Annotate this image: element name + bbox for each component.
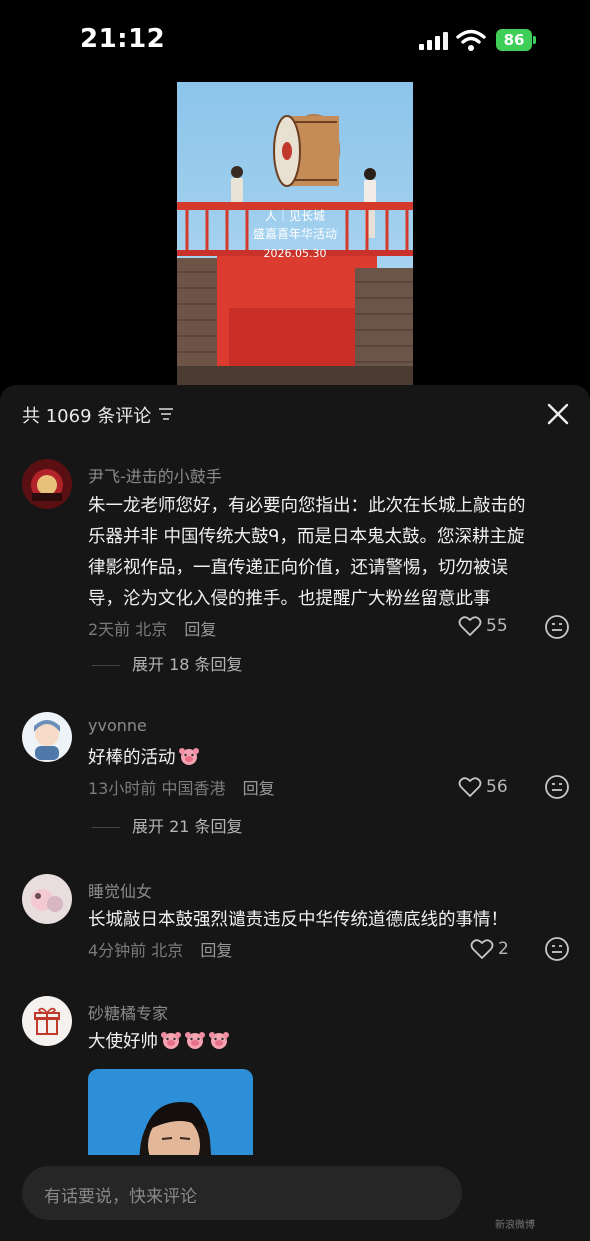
expand-replies-button[interactable]: 展开 21 条回复 — [92, 813, 243, 837]
comment-location: 北京 — [135, 620, 168, 639]
status-bar: 21:12 86 — [0, 0, 590, 80]
gift-icon — [22, 996, 72, 1046]
comment-time: 13小时前 — [88, 779, 157, 798]
comment-username[interactable]: 砂糖橘专家 — [88, 1000, 168, 1024]
comment-item: yvonne 好棒的活动 13小时前 中国香港 回复 56 展开 21 条回复 — [0, 712, 590, 842]
comment-time: 2天前 — [88, 620, 131, 639]
watermark: 新浪微博 — [495, 1220, 535, 1231]
emoji-react-icon[interactable] — [544, 774, 570, 800]
expand-replies-label: 展开 18 条回复 — [132, 655, 243, 674]
comment-text: 长城敲日本鼓强烈谴责违反中华传统道德底线的事情！ — [88, 910, 508, 930]
pig-emoji-icon — [185, 1032, 205, 1049]
status-time: 21:12 — [80, 24, 166, 54]
pig-emoji-icon — [161, 1032, 181, 1049]
comment-location: 北京 — [151, 941, 184, 960]
comment-time: 4分钟前 — [88, 941, 147, 960]
expand-divider-line — [92, 827, 120, 828]
like-count: 55 — [486, 616, 508, 636]
video-thumbnail[interactable]: 人｜见长城 盛嘉喜年华活动 2026.05.30 — [177, 82, 413, 386]
heart-icon — [470, 939, 494, 959]
reply-button[interactable]: 回复 — [243, 779, 275, 798]
expand-replies-label: 展开 21 条回复 — [132, 817, 243, 836]
comment-text-line: 律影视作品，一直传递正向价值，还请警惕，切勿被误 — [88, 558, 508, 578]
video-caption-line-1: 人｜见长城 — [265, 209, 325, 223]
close-icon[interactable] — [546, 402, 570, 426]
comment-photo[interactable] — [88, 1069, 253, 1169]
emoji-react-icon[interactable] — [544, 936, 570, 962]
video-scene-image: 人｜见长城 盛嘉喜年华活动 2026.05.30 — [177, 82, 413, 386]
comment-sheet: 共 1069 条评论 尹飞-进击的小鼓手 朱一龙老师您好，有必要向您指出：此次在… — [0, 385, 590, 1241]
comment-meta: 2天前 北京 回复 — [88, 616, 216, 640]
comment-text-body: 大使好帅 — [88, 1032, 158, 1052]
comment-text-line: 导，沦为文化入侵的推手。也提醒广大粉丝留意此事 — [88, 589, 491, 609]
comment-meta: 4分钟前 北京 回复 — [88, 937, 232, 961]
pig-emoji-icon — [209, 1032, 229, 1049]
expand-divider-line — [92, 665, 120, 666]
comment-item: 睡觉仙女 长城敲日本鼓强烈谴责违反中华传统道德底线的事情！ 4分钟前 北京 回复… — [0, 874, 590, 964]
comment-text-body: 好棒的活动 — [88, 748, 176, 768]
comment-item: 尹飞-进击的小鼓手 朱一龙老师您好，有必要向您指出：此次在长城上敲击的 乐器并非… — [0, 459, 590, 674]
comment-text-line: 朱一龙老师您好，有必要向您指出：此次在长城上敲击的 — [88, 496, 526, 516]
reply-button[interactable]: 回复 — [184, 620, 216, 639]
comment-item: 砂糖橘专家 大使好帅 — [0, 996, 590, 1169]
video-caption-line-3: 2026.05.30 — [264, 247, 327, 260]
cellular-signal-icon — [419, 32, 448, 50]
heart-icon — [458, 616, 482, 636]
comment-sheet-header: 共 1069 条评论 — [0, 385, 590, 445]
comment-username[interactable]: 睡觉仙女 — [88, 878, 152, 902]
like-button[interactable]: 56 — [458, 774, 508, 800]
like-button[interactable]: 2 — [470, 936, 509, 962]
heart-icon — [458, 777, 482, 797]
like-count: 56 — [486, 777, 508, 797]
comment-username[interactable]: 尹飞-进击的小鼓手 — [88, 463, 222, 487]
battery-level: 86 — [496, 29, 532, 51]
comment-input[interactable]: 有话要说，快来评论 — [22, 1166, 462, 1220]
comment-text: 好棒的活动 — [88, 743, 572, 774]
reply-button[interactable]: 回复 — [200, 941, 232, 960]
comment-location: 中国香港 — [161, 779, 226, 798]
comment-text: 大使好帅 — [88, 1027, 572, 1058]
avatar[interactable] — [22, 712, 72, 762]
avatar[interactable] — [22, 874, 72, 924]
avatar[interactable] — [22, 996, 72, 1046]
like-count: 2 — [498, 939, 509, 959]
comment-text-line: 乐器并非 中国传统大鼓ᑫ，而是日本鬼太鼓。您深耕主旋 — [88, 527, 525, 547]
pig-emoji-icon — [178, 748, 199, 765]
sort-filter-icon[interactable] — [158, 407, 174, 421]
comment-meta: 13小时前 中国香港 回复 — [88, 775, 275, 799]
expand-replies-button[interactable]: 展开 18 条回复 — [92, 651, 243, 675]
like-button[interactable]: 55 — [458, 613, 508, 639]
avatar[interactable] — [22, 459, 72, 509]
wifi-icon — [456, 29, 486, 51]
video-caption-line-2: 盛嘉喜年华活动 — [253, 226, 337, 241]
battery-tip — [533, 36, 536, 44]
comment-input-placeholder: 有话要说，快来评论 — [44, 1187, 197, 1207]
comment-username[interactable]: yvonne — [88, 716, 147, 735]
emoji-react-icon[interactable] — [544, 614, 570, 640]
comment-count-title: 共 1069 条评论 — [22, 406, 152, 427]
